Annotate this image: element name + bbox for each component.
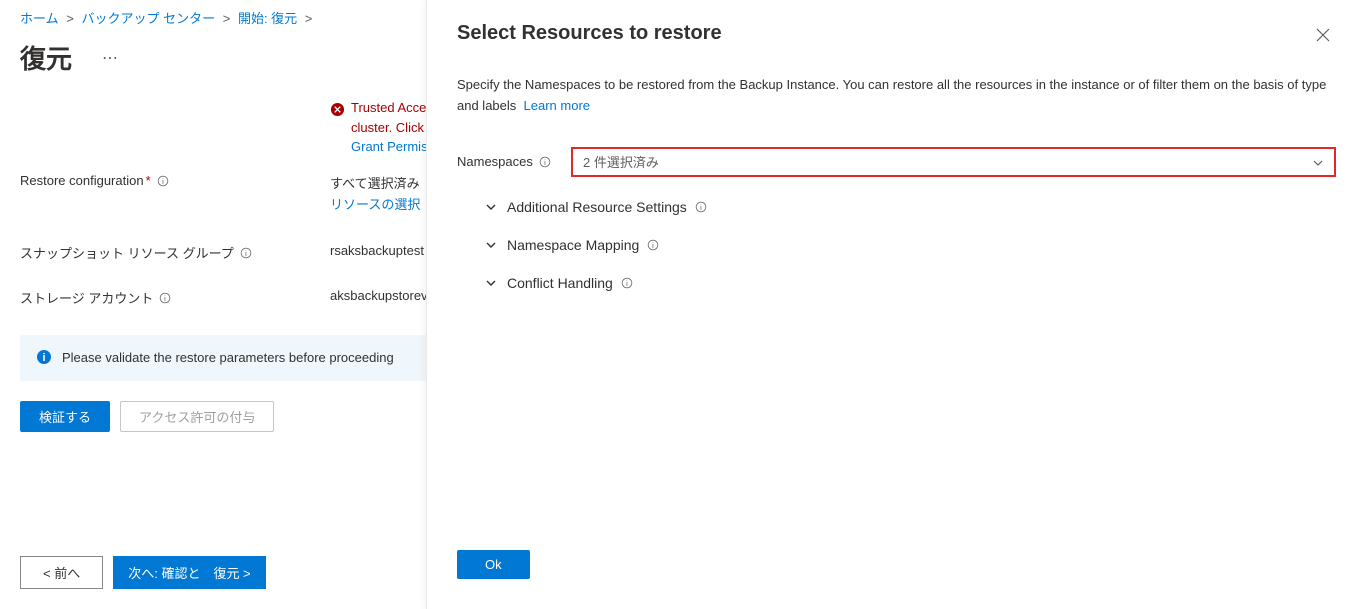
panel-title: Select Resources to restore xyxy=(457,22,722,45)
info-icon[interactable]: i xyxy=(159,290,171,304)
info-icon[interactable]: i xyxy=(621,276,633,290)
svg-text:i: i xyxy=(652,241,654,250)
expander-label: Namespace Mapping xyxy=(507,237,639,253)
breadcrumb-home[interactable]: ホーム xyxy=(20,11,59,26)
svg-text:i: i xyxy=(245,249,247,258)
info-icon[interactable]: i xyxy=(157,173,169,187)
error-icon xyxy=(330,98,345,121)
chevron-down-icon xyxy=(1312,154,1324,169)
expander-label: Additional Resource Settings xyxy=(507,199,687,215)
breadcrumb-sep: > xyxy=(66,11,74,26)
svg-text:i: i xyxy=(700,203,702,212)
snapshot-rg-value: rsaksbackuptest xyxy=(330,243,424,258)
svg-text:i: i xyxy=(626,279,628,288)
storage-value: aksbackupstorev1 xyxy=(330,288,435,303)
expander-label: Conflict Handling xyxy=(507,275,613,291)
error-text-1: Trusted Acces xyxy=(351,98,435,118)
svg-text:i: i xyxy=(42,352,45,364)
breadcrumb-sep: > xyxy=(305,11,313,26)
panel-description: Specify the Namespaces to be restored fr… xyxy=(457,75,1336,117)
snapshot-rg-label: スナップショット リソース グループ i xyxy=(20,243,330,262)
info-icon[interactable]: i xyxy=(539,155,551,169)
breadcrumb-start-restore[interactable]: 開始: 復元 xyxy=(238,11,297,26)
grant-access-button: アクセス許可の付与 xyxy=(120,401,274,432)
conflict-handling-expander[interactable]: Conflict Handling i xyxy=(457,275,1336,291)
close-icon[interactable] xyxy=(1310,22,1336,47)
back-button[interactable]: < 前へ xyxy=(20,556,103,589)
ok-button[interactable]: Ok xyxy=(457,550,530,579)
error-text-2: cluster. Click e xyxy=(351,118,435,138)
more-menu-icon[interactable]: ⋯ xyxy=(102,48,118,68)
info-icon[interactable]: i xyxy=(240,245,252,259)
grant-permissions-link[interactable]: Grant Permiss xyxy=(351,139,434,154)
chevron-down-icon xyxy=(485,238,497,252)
storage-label: ストレージ アカウント i xyxy=(20,288,330,307)
namespaces-dropdown[interactable]: 2 件選択済み xyxy=(571,147,1336,177)
additional-resource-settings-expander[interactable]: Additional Resource Settings i xyxy=(457,199,1336,215)
svg-text:i: i xyxy=(165,294,167,303)
restore-config-value: すべて選択済み xyxy=(330,173,420,192)
page-title: 復元 xyxy=(20,39,72,76)
info-icon: i xyxy=(36,349,52,367)
namespaces-dropdown-text: 2 件選択済み xyxy=(583,152,659,171)
breadcrumb-backup-center[interactable]: バックアップ センター xyxy=(81,11,215,26)
svg-text:i: i xyxy=(544,158,546,167)
validate-button[interactable]: 検証する xyxy=(20,401,110,432)
info-icon[interactable]: i xyxy=(695,200,707,214)
next-button[interactable]: 次へ: 確認と 復元 > xyxy=(113,556,265,589)
select-resources-panel: Select Resources to restore Specify the … xyxy=(426,0,1366,609)
restore-config-label: Restore configuration * i xyxy=(20,173,330,188)
breadcrumb-sep: > xyxy=(223,11,231,26)
svg-text:i: i xyxy=(162,177,164,186)
info-banner-text: Please validate the restore parameters b… xyxy=(62,350,394,365)
chevron-down-icon xyxy=(485,200,497,214)
namespace-mapping-expander[interactable]: Namespace Mapping i xyxy=(457,237,1336,253)
namespaces-label: Namespaces i xyxy=(457,154,571,169)
chevron-down-icon xyxy=(485,276,497,290)
resource-selection-link[interactable]: リソースの選択 xyxy=(330,194,420,213)
learn-more-link[interactable]: Learn more xyxy=(524,98,590,113)
info-icon[interactable]: i xyxy=(647,238,659,252)
